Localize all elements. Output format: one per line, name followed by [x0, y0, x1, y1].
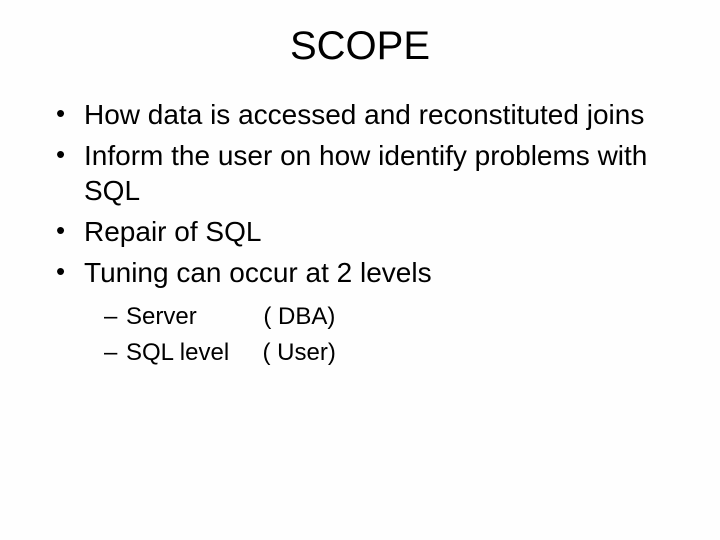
sub-bullet-item: Server ( DBA) [104, 300, 680, 334]
bullet-item: Repair of SQL [52, 214, 680, 249]
bullet-item: How data is accessed and reconstituted j… [52, 97, 680, 132]
sub-bullet-list: Server ( DBA) SQL level ( User) [104, 300, 680, 369]
slide: SCOPE How data is accessed and reconstit… [0, 0, 720, 540]
bullet-item: Tuning can occur at 2 levels Server ( DB… [52, 255, 680, 369]
sub-bullet-item: SQL level ( User) [104, 336, 680, 370]
bullet-list: How data is accessed and reconstituted j… [52, 97, 680, 369]
bullet-text: Tuning can occur at 2 levels [84, 257, 432, 288]
slide-title: SCOPE [40, 24, 680, 69]
bullet-item: Inform the user on how identify problems… [52, 138, 680, 208]
